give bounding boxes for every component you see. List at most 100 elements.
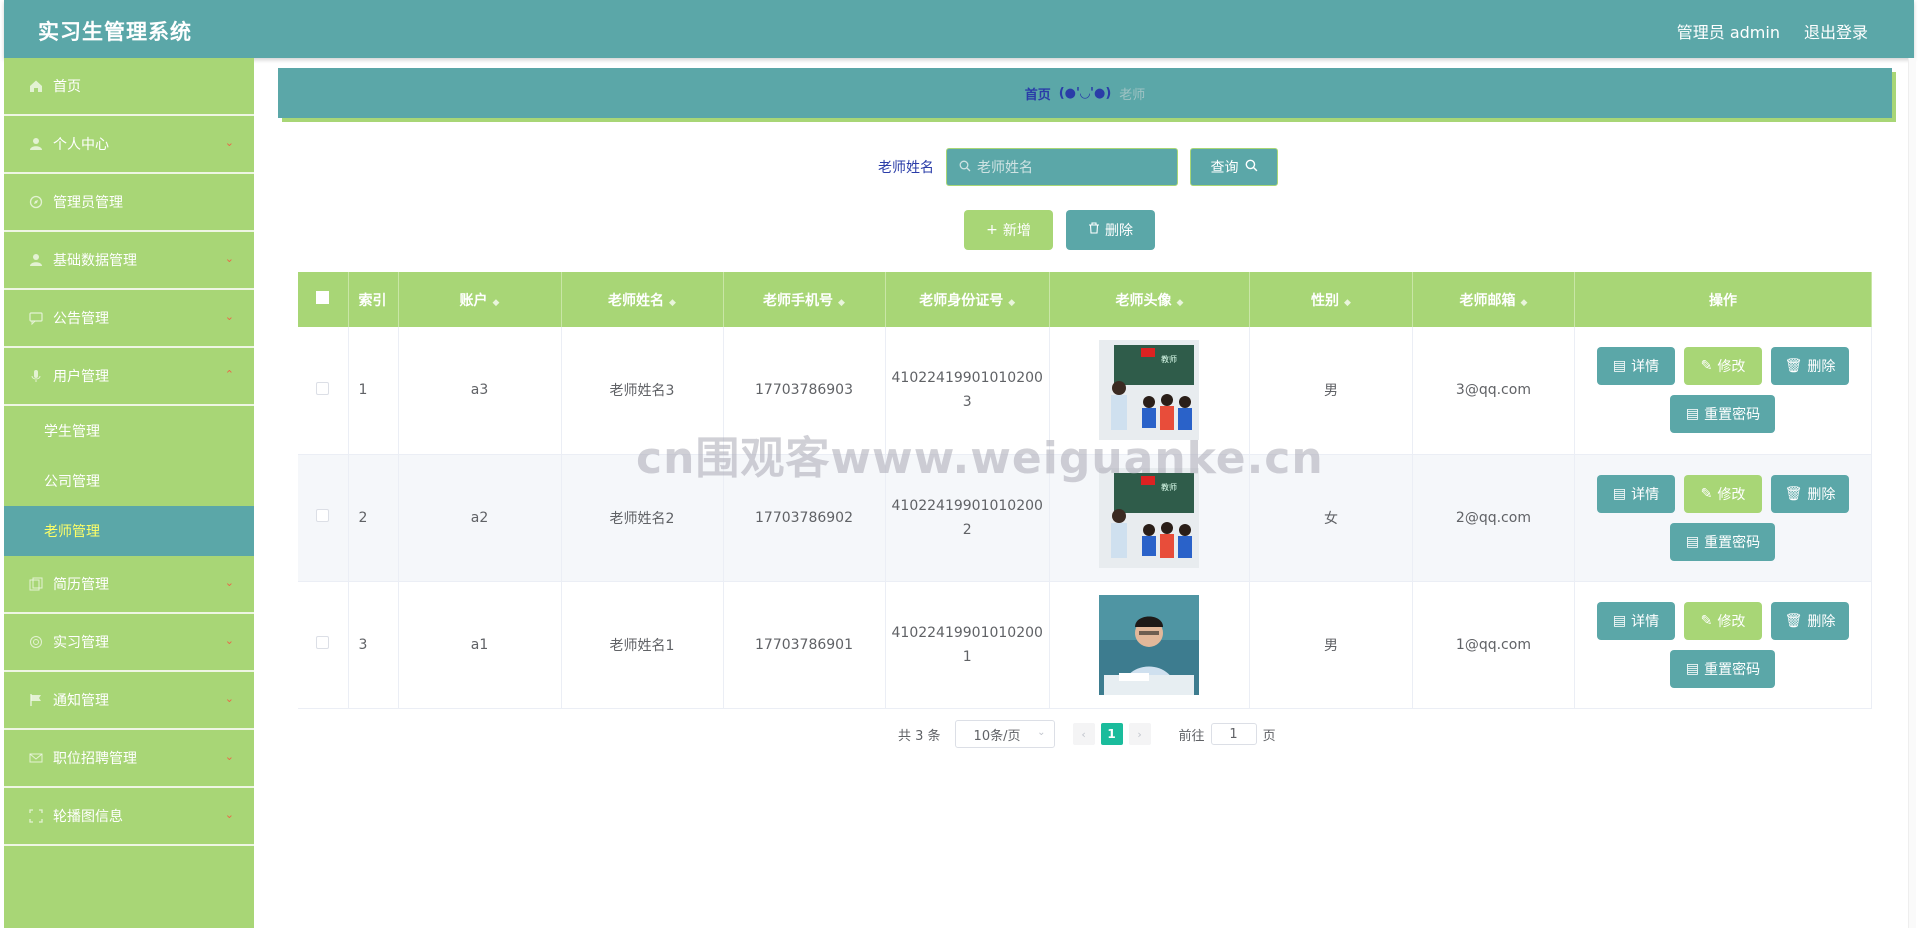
col-phone[interactable]: 老师手机号 ◆ bbox=[723, 272, 886, 327]
delete-button[interactable]: 🗑 删除 bbox=[1770, 601, 1849, 640]
app-title: 实习生管理系统 bbox=[38, 20, 192, 44]
query-button-label: 查询 bbox=[1210, 160, 1239, 176]
chevron-down-icon: ⌄ bbox=[224, 808, 234, 821]
sidebar-subitem-companies[interactable]: 公司管理 bbox=[4, 456, 254, 506]
page-size-value: 10条/页 bbox=[973, 728, 1021, 744]
detail-button[interactable]: ▤ 详情 bbox=[1596, 601, 1675, 640]
sidebar-item-label: 通知管理 bbox=[53, 693, 109, 709]
col-gender-label: 性别 bbox=[1310, 292, 1339, 309]
trash-icon: 🗑 bbox=[1784, 358, 1803, 375]
detail-button[interactable]: ▤ 详情 bbox=[1596, 474, 1675, 513]
pencil-icon: ✎ bbox=[1700, 358, 1713, 375]
chevron-left-icon: ‹ bbox=[1081, 727, 1086, 741]
teacher-avatar-image[interactable]: 教师 bbox=[1099, 467, 1200, 568]
document-icon: ▤ bbox=[1612, 485, 1627, 502]
mic-icon bbox=[28, 369, 44, 383]
search-icon bbox=[1245, 159, 1258, 176]
col-avatar-label: 老师头像 bbox=[1115, 292, 1172, 309]
col-index: 索引 bbox=[348, 272, 399, 327]
goto-page-input[interactable]: 1 bbox=[1210, 723, 1257, 745]
teacher-avatar-image[interactable] bbox=[1099, 594, 1200, 695]
trash-icon bbox=[1088, 222, 1100, 238]
cell-gender: 男 bbox=[1249, 581, 1413, 709]
col-name[interactable]: 老师姓名 ◆ bbox=[561, 272, 724, 327]
batch-delete-label: 删除 bbox=[1105, 223, 1133, 239]
teacher-avatar-image[interactable]: 教师 bbox=[1099, 340, 1200, 441]
add-button[interactable]: + 新增 bbox=[964, 210, 1053, 250]
col-gender[interactable]: 性别 ◆ bbox=[1249, 272, 1413, 327]
breadcrumb-home[interactable]: 首页 bbox=[1025, 84, 1051, 103]
detail-label: 详情 bbox=[1631, 486, 1660, 503]
edit-button[interactable]: ✎ 修改 bbox=[1683, 601, 1762, 640]
cell-gender: 男 bbox=[1249, 327, 1413, 455]
idcard-line: 41022419901010200 bbox=[891, 624, 1043, 641]
cell-idcard: 41022419901010200 1 bbox=[885, 581, 1050, 709]
logout-link[interactable]: 退出登录 bbox=[1804, 19, 1868, 43]
sidebar-item-jobs[interactable]: 职位招聘管理 ⌄ bbox=[4, 730, 254, 788]
target-icon bbox=[28, 635, 44, 649]
page-suffix: 页 bbox=[1262, 728, 1276, 744]
cell-index: 3 bbox=[348, 581, 399, 709]
cell-phone: 17703786901 bbox=[723, 581, 886, 709]
reset-password-button[interactable]: ▤ 重置密码 bbox=[1670, 649, 1776, 688]
select-all-checkbox[interactable] bbox=[316, 291, 330, 304]
page-number[interactable]: 1 bbox=[1100, 723, 1123, 745]
col-phone-label: 老师手机号 bbox=[763, 292, 834, 309]
row-select-cell bbox=[298, 327, 349, 455]
mail-icon bbox=[28, 751, 44, 765]
sidebar-item-internship[interactable]: 实习管理 ⌄ bbox=[4, 614, 254, 672]
sidebar-item-basedata[interactable]: 基础数据管理 ⌄ bbox=[4, 232, 254, 290]
cell-idcard: 41022419901010200 2 bbox=[885, 454, 1050, 582]
plus-icon: + bbox=[986, 222, 998, 238]
sidebar-item-home[interactable]: 首页 bbox=[4, 58, 254, 116]
sidebar-subitem-students[interactable]: 学生管理 bbox=[4, 406, 254, 456]
pencil-icon: ✎ bbox=[1700, 485, 1713, 502]
sidebar-item-admin[interactable]: 管理员管理 bbox=[4, 174, 254, 232]
edit-button[interactable]: ✎ 修改 bbox=[1683, 347, 1762, 386]
col-idcard-label: 老师身份证号 bbox=[919, 292, 1004, 309]
col-avatar[interactable]: 老师头像 ◆ bbox=[1049, 272, 1250, 327]
sidebar-item-notice[interactable]: 公告管理 ⌄ bbox=[4, 290, 254, 348]
cell-avatar: 教师 bbox=[1049, 327, 1250, 455]
next-page-button[interactable]: › bbox=[1128, 723, 1151, 745]
search-input[interactable]: 老师姓名 bbox=[946, 148, 1178, 186]
sidebar-item-resume[interactable]: 简历管理 ⌄ bbox=[4, 556, 254, 614]
chevron-down-icon: ⌄ bbox=[1037, 727, 1046, 738]
sidebar-subitem-teachers[interactable]: 老师管理 bbox=[4, 506, 254, 556]
sidebar-item-notifications[interactable]: 通知管理 ⌄ bbox=[4, 672, 254, 730]
sidebar-item-profile[interactable]: 个人中心 ⌄ bbox=[4, 116, 254, 174]
chevron-down-icon: ⌄ bbox=[224, 692, 234, 705]
chevron-down-icon: ⌄ bbox=[224, 750, 234, 763]
batch-delete-button[interactable]: 删除 bbox=[1066, 210, 1155, 250]
delete-button[interactable]: 🗑 删除 bbox=[1770, 474, 1849, 513]
col-idcard[interactable]: 老师身份证号 ◆ bbox=[885, 272, 1050, 327]
col-account[interactable]: 账户 ◆ bbox=[398, 272, 562, 327]
sort-icon: ◆ bbox=[1520, 297, 1528, 308]
query-button[interactable]: 查询 bbox=[1190, 148, 1278, 186]
delete-label: 删除 bbox=[1807, 486, 1836, 503]
row-checkbox[interactable] bbox=[316, 381, 330, 395]
cell-email: 3@qq.com bbox=[1412, 327, 1575, 455]
row-checkbox[interactable] bbox=[316, 636, 330, 649]
sort-icon: ◆ bbox=[1176, 297, 1184, 308]
sidebar-item-label: 职位招聘管理 bbox=[53, 751, 137, 767]
delete-button[interactable]: 🗑 删除 bbox=[1770, 347, 1849, 386]
page-size-select[interactable]: 10条/页 ⌄ bbox=[954, 720, 1055, 748]
document-icon: ▤ bbox=[1685, 406, 1700, 423]
sidebar-item-users[interactable]: 用户管理 ⌃ bbox=[4, 348, 254, 406]
page-scrollbar[interactable] bbox=[1908, 58, 1916, 928]
prev-page-button[interactable]: ‹ bbox=[1072, 723, 1095, 745]
pagination-total: 共 3 条 bbox=[898, 728, 941, 744]
table-row: 1 a3 老师姓名3 17703786903 41022419901010200… bbox=[298, 327, 1873, 455]
col-email[interactable]: 老师邮箱 ◆ bbox=[1412, 272, 1575, 327]
reset-label: 重置密码 bbox=[1704, 661, 1761, 678]
reset-password-button[interactable]: ▤ 重置密码 bbox=[1670, 522, 1776, 561]
edit-button[interactable]: ✎ 修改 bbox=[1683, 474, 1762, 513]
reset-password-button[interactable]: ▤ 重置密码 bbox=[1670, 395, 1776, 434]
cell-ops: ▤ 详情 ✎ 修改 🗑 删除 ▤ 重置密码 bbox=[1574, 454, 1873, 582]
detail-button[interactable]: ▤ 详情 bbox=[1596, 347, 1675, 386]
edit-label: 修改 bbox=[1717, 486, 1746, 503]
sidebar-item-carousel[interactable]: 轮播图信息 ⌄ bbox=[4, 788, 254, 846]
row-checkbox[interactable] bbox=[316, 509, 330, 522]
cell-email: 2@qq.com bbox=[1412, 454, 1575, 582]
